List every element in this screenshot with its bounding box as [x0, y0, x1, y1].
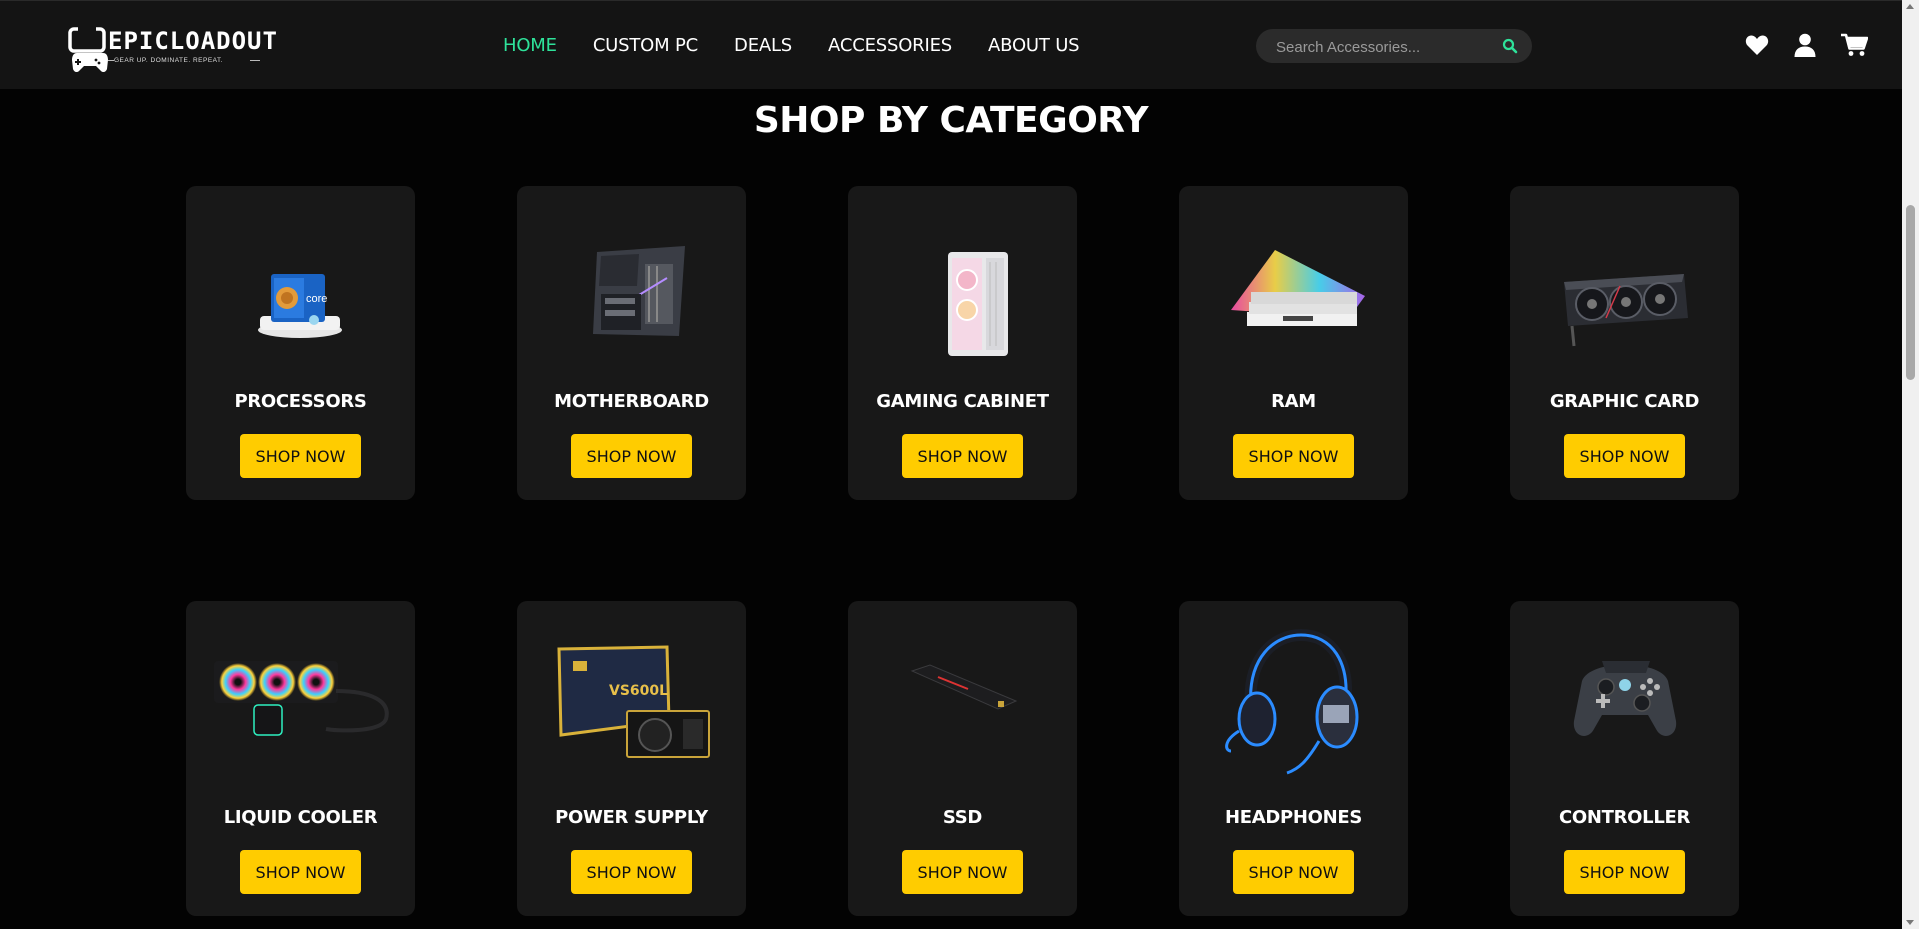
category-card-ram: RAM SHOP NOW [1179, 186, 1408, 500]
shop-now-button[interactable]: SHOP NOW [571, 434, 692, 478]
logo-tagline: GEAR UP. DOMINATE. REPEAT. [114, 57, 224, 64]
site-logo[interactable]: EPICLOADOUT GEAR UP. DOMINATE. REPEAT. [68, 27, 277, 73]
shop-now-button[interactable]: SHOP NOW [902, 850, 1023, 894]
motherboard-image [593, 246, 685, 336]
user-icon[interactable] [1794, 33, 1816, 57]
search-input[interactable] [1274, 29, 1488, 65]
category-name: GAMING CABINET [876, 391, 1049, 412]
search-icon[interactable] [1502, 38, 1518, 54]
shop-now-button[interactable]: SHOP NOW [1233, 850, 1354, 894]
section-heading: SHOP BY CATEGORY [753, 100, 1149, 141]
shop-now-button[interactable]: SHOP NOW [1564, 434, 1685, 478]
scrollbar-thumb[interactable] [1906, 205, 1915, 380]
heart-icon[interactable] [1745, 34, 1769, 56]
search-bar [1256, 29, 1532, 65]
shop-now-button[interactable]: SHOP NOW [1564, 850, 1685, 894]
nav-home[interactable]: HOME [503, 35, 557, 56]
controller-image [1573, 661, 1677, 736]
site-header: EPICLOADOUT GEAR UP. DOMINATE. REPEAT. H… [0, 0, 1902, 89]
ram-image [1231, 250, 1365, 326]
shop-now-button[interactable]: SHOP NOW [902, 434, 1023, 478]
page-scrollbar[interactable] [1902, 0, 1919, 929]
svg-text:VS600L: VS600L [609, 683, 668, 699]
gaming-cabinet-image [948, 252, 1008, 356]
tagline-rule-right [250, 60, 260, 61]
scroll-up-icon[interactable] [1906, 4, 1914, 9]
nav-deals[interactable]: DEALS [734, 35, 792, 56]
shop-now-button[interactable]: SHOP NOW [571, 850, 692, 894]
scroll-down-icon[interactable] [1906, 920, 1914, 925]
power-supply-image: VS600L [557, 645, 710, 758]
shop-now-button[interactable]: SHOP NOW [1233, 434, 1354, 478]
nav-about-us[interactable]: ABOUT US [988, 35, 1080, 56]
category-card-motherboard: MOTHERBOARD SHOP NOW [517, 186, 746, 500]
category-name: MOTHERBOARD [554, 391, 709, 412]
category-name: CONTROLLER [1558, 807, 1691, 828]
nav-accessories[interactable]: ACCESSORIES [828, 35, 952, 56]
category-name: GRAPHIC CARD [1549, 391, 1700, 412]
category-card-ssd: SSD SHOP NOW [848, 601, 1077, 916]
category-name: POWER SUPPLY [555, 807, 708, 828]
ssd-image [910, 664, 1018, 710]
category-card-controller: CONTROLLER SHOP NOW [1510, 601, 1739, 916]
category-card-power-supply: VS600L POWER SUPPLY SHOP NOW [517, 601, 746, 916]
cart-icon[interactable] [1841, 33, 1868, 57]
logo-wordmark: EPICLOADOUT [108, 27, 278, 55]
category-name: HEADPHONES [1224, 807, 1363, 828]
shop-now-button[interactable]: SHOP NOW [240, 434, 361, 478]
headphones-image [1225, 628, 1359, 775]
category-card-graphic-card: GRAPHIC CARD SHOP NOW [1510, 186, 1739, 500]
main-nav: HOME CUSTOM PC DEALS ACCESSORIES ABOUT U… [503, 35, 1080, 56]
category-name: SSD [942, 807, 983, 828]
category-name: PROCESSORS [234, 391, 367, 412]
shop-now-button[interactable]: SHOP NOW [240, 850, 361, 894]
svg-text:core: core [306, 293, 327, 305]
nav-custom-pc[interactable]: CUSTOM PC [593, 35, 698, 56]
processor-image: core [258, 274, 342, 338]
category-name: LIQUID COOLER [223, 807, 378, 828]
category-card-headphones: HEADPHONES SHOP NOW [1179, 601, 1408, 916]
liquid-cooler-image [214, 661, 389, 736]
category-card-liquid-cooler: LIQUID COOLER SHOP NOW [186, 601, 415, 916]
graphic-card-image [1564, 274, 1688, 347]
category-card-processors: core PROCESSORS SHOP NOW [186, 186, 415, 500]
category-card-gaming-cabinet: GAMING CABINET SHOP NOW [848, 186, 1077, 500]
gamepad-logo-icon [68, 27, 108, 73]
category-name: RAM [1271, 391, 1316, 412]
